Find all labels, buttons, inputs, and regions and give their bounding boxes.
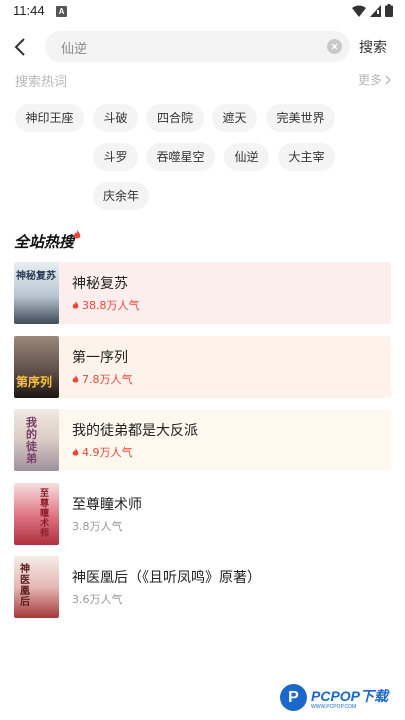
hot-word-chip[interactable]: 吞噬星空 — [146, 143, 215, 171]
book-item[interactable]: 第序列 第一序列 7.8万人气 — [14, 336, 391, 398]
popularity-value: 38.8万人气 — [82, 299, 140, 312]
chevron-right-icon — [385, 75, 391, 84]
hot-word-chip[interactable]: 四合院 — [146, 104, 204, 132]
cover-title: 至尊瞳术师 — [40, 489, 50, 539]
hot-word-chip[interactable]: 神印王座 — [15, 104, 84, 132]
hot-word-chip[interactable]: 斗罗 — [93, 143, 138, 171]
cover-title: 我的徒弟 — [26, 416, 37, 465]
search-button[interactable]: 搜索 — [359, 37, 387, 57]
book-popularity: 4.9万人气 — [72, 444, 133, 460]
hot-word-chip[interactable]: 仙逆 — [224, 143, 269, 171]
watermark-text: PCPOP下载 — [311, 688, 389, 704]
hot-word-chip[interactable]: 完美世界 — [266, 104, 335, 132]
search-input-value: 仙逆 — [61, 42, 88, 57]
status-bar: 11:44 A — [0, 0, 405, 24]
back-arrow-icon — [14, 38, 25, 56]
book-popularity: 38.8万人气 — [72, 297, 140, 313]
book-title: 至尊瞳术师 — [72, 497, 142, 513]
watermark-subtext: WWW.PCPOP.COM — [311, 704, 357, 710]
wifi-icon — [352, 5, 366, 17]
popularity-value: 3.6万人气 — [72, 593, 123, 606]
signal-icon — [370, 4, 381, 17]
book-title: 我的徒弟都是大反派 — [72, 423, 198, 439]
status-time: 11:44 — [13, 3, 45, 18]
search-input[interactable]: 仙逆 — [45, 31, 350, 62]
fire-icon — [72, 448, 79, 456]
cover-title: 第序列 — [16, 375, 53, 389]
hot-word-chip[interactable]: 大主宰 — [278, 143, 335, 171]
hot-word-chip[interactable]: 斗破 — [93, 104, 138, 132]
clear-icon[interactable] — [327, 39, 342, 54]
more-link[interactable]: 更多 — [358, 71, 391, 88]
book-item[interactable]: 我的徒弟 我的徒弟都是大反派 4.9万人气 — [14, 409, 391, 471]
cover-title: 神秘复苏 — [16, 271, 56, 282]
book-popularity: 3.6万人气 — [72, 591, 123, 607]
book-cover: 第序列 — [14, 336, 59, 398]
book-cover: 至尊瞳术师 — [14, 483, 59, 545]
search-row: 仙逆 搜索 — [0, 30, 405, 64]
hot-word-chip[interactable]: 庆余年 — [93, 182, 149, 210]
book-title: 神医凰后（《且听凤鸣》原著） — [72, 570, 261, 586]
book-title: 第一序列 — [72, 350, 128, 366]
ranking-title: 全站热搜 — [14, 233, 75, 251]
popularity-value: 3.8万人气 — [72, 520, 123, 533]
back-button[interactable] — [8, 34, 32, 60]
hot-word-chip[interactable]: 遮天 — [212, 104, 257, 132]
book-item[interactable]: 神秘复苏 神秘复苏 38.8万人气 — [14, 262, 391, 324]
status-indicators — [352, 4, 393, 17]
fire-icon — [73, 230, 81, 239]
battery-icon — [385, 4, 393, 17]
hot-words-header: 搜索热词 更多 — [15, 71, 395, 91]
fire-icon — [72, 375, 79, 383]
book-popularity: 3.8万人气 — [72, 518, 123, 534]
pcpop-logo-icon: P — [280, 684, 307, 711]
book-cover: 我的徒弟 — [14, 409, 59, 471]
notification-a-icon: A — [56, 6, 67, 17]
popularity-value: 7.8万人气 — [82, 373, 133, 386]
book-title: 神秘复苏 — [72, 276, 128, 292]
more-label: 更多 — [357, 73, 382, 87]
fire-icon — [72, 301, 79, 309]
popularity-value: 4.9万人气 — [82, 446, 133, 459]
book-popularity: 7.8万人气 — [72, 371, 133, 387]
book-item[interactable]: 神医凰后 神医凰后（《且听凤鸣》原著） 3.6万人气 — [14, 556, 391, 618]
book-cover: 神秘复苏 — [14, 262, 59, 324]
book-cover: 神医凰后 — [14, 556, 59, 618]
book-item[interactable]: 至尊瞳术师 至尊瞳术师 3.8万人气 — [14, 483, 391, 545]
hot-words-title: 搜索热词 — [15, 75, 68, 90]
cover-title: 神医凰后 — [20, 564, 30, 608]
pcpop-watermark: P PCPOP下载 WWW.PCPOP.COM — [278, 683, 402, 715]
